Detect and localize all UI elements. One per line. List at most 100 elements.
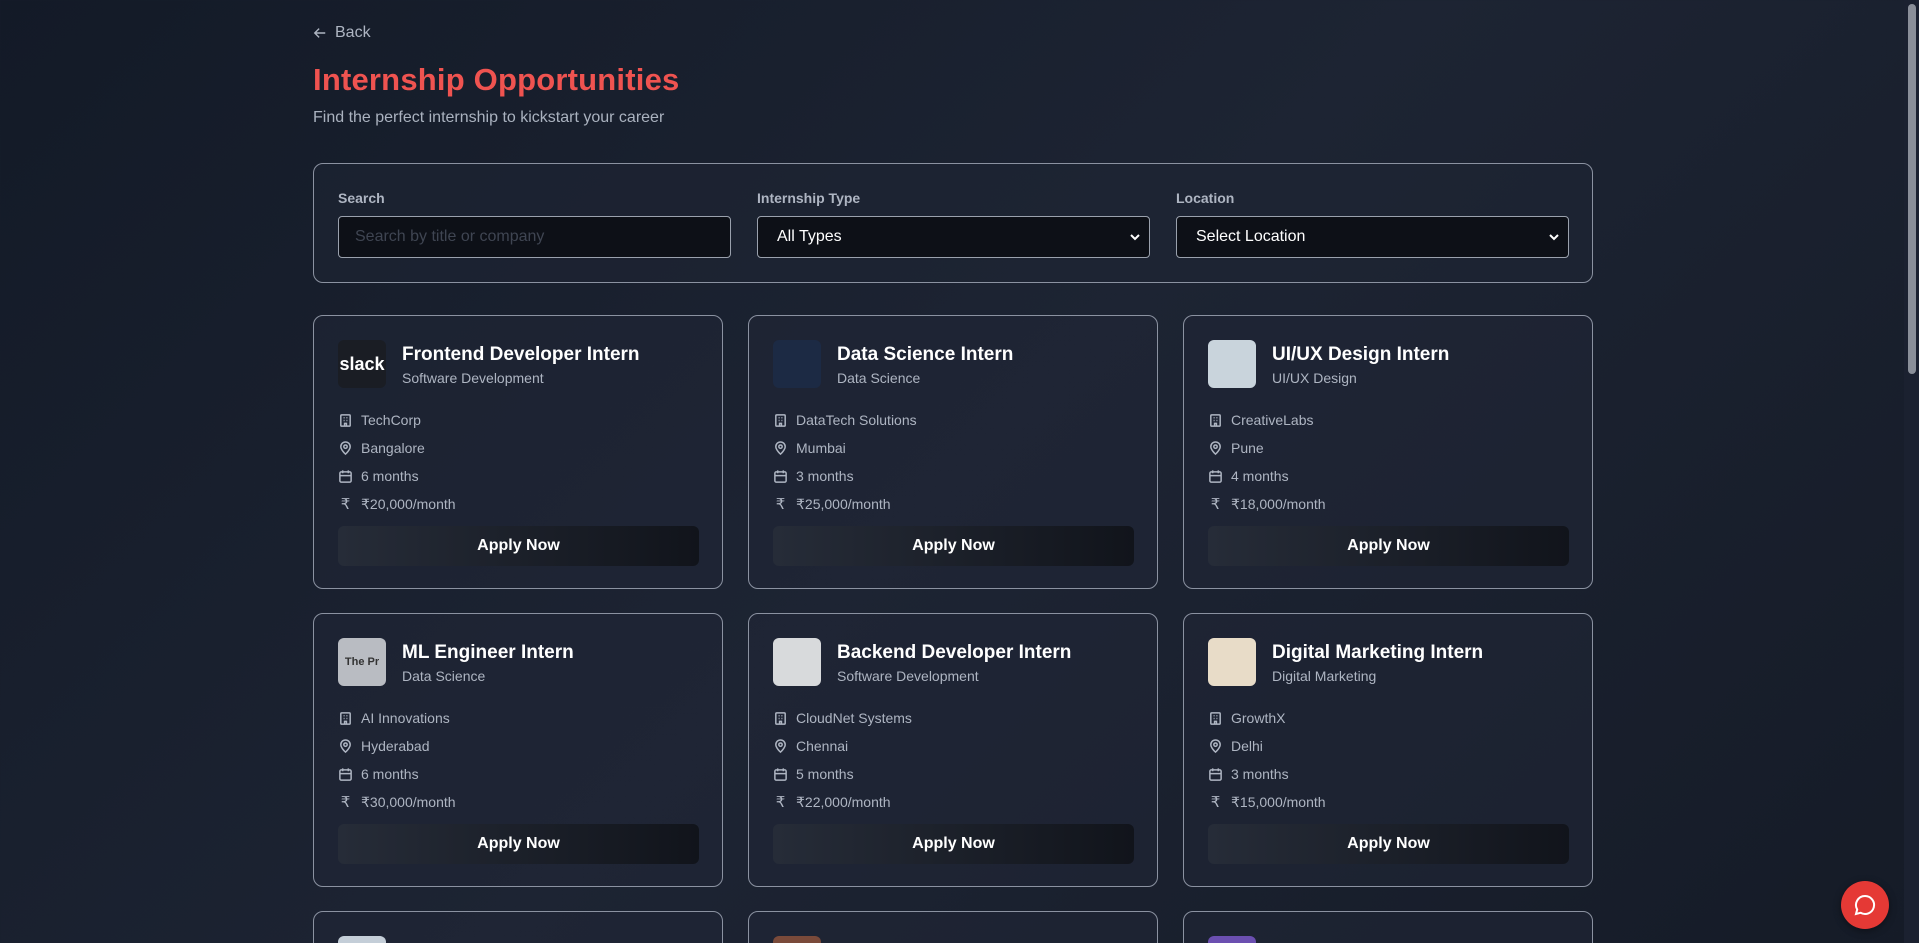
company-name: CloudNet Systems: [796, 710, 912, 726]
company-name: DataTech Solutions: [796, 412, 917, 428]
type-select-value: All Types: [777, 228, 842, 245]
internship-card: Data Science Intern Data Science DataTec…: [748, 315, 1158, 589]
company-logo: [773, 638, 821, 686]
apply-now-button[interactable]: Apply Now: [1208, 526, 1569, 566]
search-input[interactable]: Search by title or company: [338, 216, 731, 258]
calendar-icon: [339, 469, 352, 483]
chat-icon: [1854, 894, 1876, 916]
location-name: Pune: [1231, 440, 1264, 456]
stipend-value: ₹22,000/month: [796, 793, 891, 810]
duration-value: 3 months: [1231, 766, 1289, 782]
stipend-value: ₹25,000/month: [796, 495, 891, 512]
page-title: Internship Opportunities: [313, 62, 680, 97]
stipend-row: ₹ ₹22,000/month: [773, 788, 912, 816]
company-logo: slack: [338, 340, 386, 388]
company-row: DataTech Solutions: [773, 406, 917, 434]
company-row: TechCorp: [338, 406, 456, 434]
back-link[interactable]: Back: [313, 24, 371, 42]
internship-card-partial: [313, 911, 723, 943]
duration-row: 5 months: [773, 760, 912, 788]
chevron-down-icon: [1549, 234, 1559, 241]
rupee-icon: ₹: [775, 496, 786, 513]
logo-text: The Pr: [344, 656, 380, 668]
search-group: Search Search by title or company: [338, 190, 731, 258]
location-name: Mumbai: [796, 440, 846, 456]
stipend-value: ₹18,000/month: [1231, 495, 1326, 512]
apply-now-button[interactable]: Apply Now: [1208, 824, 1569, 864]
building-icon: [1210, 413, 1221, 427]
location-row: Bangalore: [338, 434, 456, 462]
calendar-icon: [1209, 469, 1222, 483]
chevron-down-icon: [1130, 234, 1140, 241]
internship-details: CloudNet Systems Chennai 5 months ₹ ₹22,0…: [773, 704, 912, 816]
duration-value: 6 months: [361, 766, 419, 782]
rupee-icon: ₹: [340, 794, 351, 811]
stipend-row: ₹ ₹15,000/month: [1208, 788, 1326, 816]
map-pin-icon: [775, 738, 786, 753]
building-icon: [340, 711, 351, 725]
internship-category: Data Science: [837, 370, 921, 386]
rupee-icon: ₹: [340, 496, 351, 513]
internship-card: Digital Marketing Intern Digital Marketi…: [1183, 613, 1593, 887]
internship-category: UI/UX Design: [1272, 370, 1357, 386]
map-pin-icon: [775, 440, 786, 455]
chat-button[interactable]: [1841, 881, 1889, 929]
calendar-icon: [339, 767, 352, 781]
duration-value: 5 months: [796, 766, 854, 782]
apply-now-button[interactable]: Apply Now: [338, 526, 699, 566]
internship-title: Backend Developer Intern: [837, 642, 1072, 663]
internship-details: DataTech Solutions Mumbai 3 months ₹ ₹25,…: [773, 406, 917, 518]
internship-category: Digital Marketing: [1272, 668, 1377, 684]
location-label: Location: [1176, 190, 1235, 206]
internship-card-partial: [1183, 911, 1593, 943]
type-select[interactable]: All Types: [757, 216, 1150, 258]
company-logo-partial: [1208, 936, 1256, 943]
location-row: Hyderabad: [338, 732, 456, 760]
internship-title: Data Science Intern: [837, 344, 1014, 365]
building-icon: [775, 711, 786, 725]
scrollbar-thumb[interactable]: [1908, 4, 1916, 374]
location-row: Delhi: [1208, 732, 1326, 760]
type-group: Internship Type All Types: [757, 190, 1150, 258]
company-name: AI Innovations: [361, 710, 450, 726]
building-icon: [1210, 711, 1221, 725]
internship-card: The Pr ML Engineer Intern Data Science A…: [313, 613, 723, 887]
company-logo: [773, 340, 821, 388]
duration-value: 4 months: [1231, 468, 1289, 484]
card-row-partial: [313, 911, 1593, 943]
internship-card-partial: [748, 911, 1158, 943]
internship-title: ML Engineer Intern: [402, 642, 574, 663]
internship-details: AI Innovations Hyderabad 6 months ₹ ₹30,0…: [338, 704, 456, 816]
internship-title: Digital Marketing Intern: [1272, 642, 1484, 663]
back-label: Back: [335, 24, 371, 41]
company-name: GrowthX: [1231, 710, 1286, 726]
location-row: Chennai: [773, 732, 912, 760]
duration-row: 6 months: [338, 760, 456, 788]
apply-now-button[interactable]: Apply Now: [773, 526, 1134, 566]
location-row: Pune: [1208, 434, 1326, 462]
company-row: GrowthX: [1208, 704, 1326, 732]
location-select[interactable]: Select Location: [1176, 216, 1569, 258]
page-scrollbar[interactable]: [1904, 0, 1919, 943]
stipend-row: ₹ ₹30,000/month: [338, 788, 456, 816]
rupee-icon: ₹: [1210, 496, 1221, 513]
internship-category: Software Development: [837, 668, 979, 684]
logo-text: slack: [339, 353, 385, 374]
calendar-icon: [1209, 767, 1222, 781]
company-name: CreativeLabs: [1231, 412, 1314, 428]
building-icon: [775, 413, 786, 427]
internship-category: Data Science: [402, 668, 486, 684]
duration-value: 3 months: [796, 468, 854, 484]
apply-now-button[interactable]: Apply Now: [338, 824, 699, 864]
location-select-value: Select Location: [1196, 228, 1306, 245]
search-label: Search: [338, 190, 385, 206]
internship-card: UI/UX Design Intern UI/UX Design Creativ…: [1183, 315, 1593, 589]
apply-now-button[interactable]: Apply Now: [773, 824, 1134, 864]
location-name: Delhi: [1231, 738, 1263, 754]
stipend-value: ₹15,000/month: [1231, 793, 1326, 810]
duration-row: 3 months: [1208, 760, 1326, 788]
internship-card: Backend Developer Intern Software Develo…: [748, 613, 1158, 887]
map-pin-icon: [1210, 738, 1221, 753]
company-logo: [1208, 638, 1256, 686]
calendar-icon: [774, 469, 787, 483]
